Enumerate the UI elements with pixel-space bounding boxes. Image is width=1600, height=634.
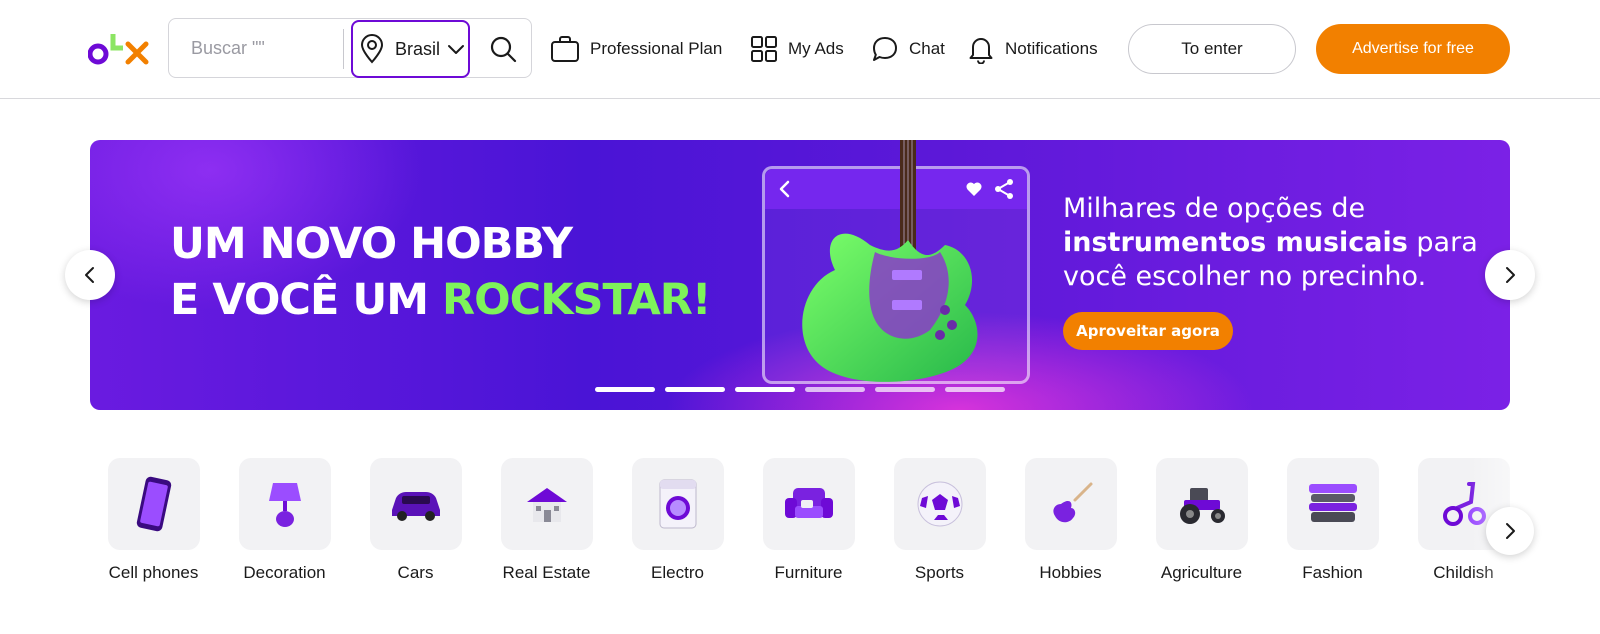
headline-line-2-text: E VOCÊ UM xyxy=(170,275,442,325)
category-tile xyxy=(631,458,724,550)
category-label: Electro xyxy=(651,563,704,582)
category-label: Cars xyxy=(397,563,434,582)
location-selector[interactable]: Brasil xyxy=(351,20,470,78)
headline-accent: ROCKSTAR! xyxy=(442,275,712,325)
category-label: Hobbies xyxy=(1039,563,1102,582)
olx-logo[interactable] xyxy=(87,30,152,66)
search-input[interactable] xyxy=(169,19,341,77)
banner-subtext: Milhares de opções de instrumentos music… xyxy=(1063,192,1483,294)
carousel-dots xyxy=(595,387,1005,392)
washing-machine-icon xyxy=(659,479,696,529)
subtext-line-1: Milhares de opções de xyxy=(1063,193,1366,224)
search-bar: Brasil xyxy=(168,18,532,78)
category-tile xyxy=(500,458,593,550)
search-icon xyxy=(490,36,517,63)
category-tile xyxy=(1024,458,1117,550)
carousel-dot[interactable] xyxy=(595,387,655,392)
location-label: Brasil xyxy=(395,38,441,59)
category-tile xyxy=(893,458,986,550)
banner-cta-button[interactable]: Aproveitar agora xyxy=(1063,312,1233,350)
briefcase-icon xyxy=(551,36,579,62)
carousel-dot[interactable] xyxy=(945,387,1005,392)
category-cars[interactable]: Cars xyxy=(350,458,481,586)
smartphone-icon xyxy=(136,476,171,532)
tractor-icon xyxy=(1179,488,1225,524)
carousel-dot[interactable] xyxy=(805,387,865,392)
category-tile xyxy=(238,458,331,550)
category-label: Sports xyxy=(914,563,965,582)
bell-icon xyxy=(969,38,993,64)
category-label: Real Estate xyxy=(502,563,591,582)
nav-professional-plan[interactable]: Professional Plan xyxy=(550,28,722,70)
login-button[interactable]: To enter xyxy=(1128,24,1296,74)
house-icon xyxy=(526,488,567,522)
carousel-dot[interactable] xyxy=(735,387,795,392)
category-electro[interactable]: Electro xyxy=(612,458,743,586)
headline-line-2: E VOCÊ UM ROCKSTAR! xyxy=(170,272,712,328)
site-header: Brasil Professional Plan My Ads xyxy=(0,0,1600,99)
chat-bubble-icon xyxy=(873,37,897,61)
car-icon xyxy=(391,492,440,521)
nav-label: Notifications xyxy=(1005,39,1098,58)
category-cell-phones[interactable]: Cell phones xyxy=(88,458,219,586)
category-agriculture[interactable]: Agriculture xyxy=(1136,458,1267,586)
category-hobbies[interactable]: Hobbies xyxy=(1005,458,1136,586)
folded-clothes-icon xyxy=(1308,484,1357,522)
nav-notifications[interactable]: Notifications xyxy=(967,28,1098,70)
nav-label: Professional Plan xyxy=(590,39,723,58)
banner-headline: UM NOVO HOBBY E VOCÊ UM ROCKSTAR! xyxy=(170,216,712,328)
chevron-down-icon xyxy=(448,45,465,54)
chevron-right-icon xyxy=(1506,267,1515,283)
banner-next-button[interactable] xyxy=(1485,250,1535,300)
category-tile xyxy=(762,458,855,550)
search-divider xyxy=(343,29,344,69)
lamp-icon xyxy=(268,483,301,527)
subtext-bold: instrumentos musicais xyxy=(1063,227,1408,258)
chevron-left-icon xyxy=(85,267,94,283)
subtext-line-2: instrumentos musicais para xyxy=(1063,226,1483,260)
category-carousel: Cell phones Decoration Cars Real Estate … xyxy=(88,458,1510,618)
category-label: Decoration xyxy=(243,563,326,582)
category-fashion[interactable]: Fashion xyxy=(1267,458,1398,586)
subtext-line-2-rest: para xyxy=(1407,227,1478,258)
electric-guitar-image xyxy=(802,140,978,382)
category-real-estate[interactable]: Real Estate xyxy=(481,458,612,586)
map-pin-icon xyxy=(360,34,384,64)
soccer-ball-icon xyxy=(917,481,962,527)
promo-banner[interactable]: UM NOVO HOBBY E VOCÊ UM ROCKSTAR! Milhar… xyxy=(90,140,1510,410)
chevron-right-icon xyxy=(1506,523,1515,539)
advertise-button[interactable]: Advertise for free xyxy=(1316,24,1510,74)
category-tile xyxy=(107,458,200,550)
carousel-dot[interactable] xyxy=(665,387,725,392)
category-next-button[interactable] xyxy=(1486,507,1534,555)
category-label: Cell phones xyxy=(108,563,199,582)
category-sports[interactable]: Sports xyxy=(874,458,1005,586)
grid-icon xyxy=(751,36,777,62)
category-furniture[interactable]: Furniture xyxy=(743,458,874,586)
subtext-line-3: você escolher no precinho. xyxy=(1063,261,1427,292)
category-label: Agriculture xyxy=(1160,563,1243,582)
nav-label: My Ads xyxy=(788,39,844,58)
headline-line-1: UM NOVO HOBBY xyxy=(170,219,573,269)
category-label: Fashion xyxy=(1302,563,1363,582)
nav-my-ads[interactable]: My Ads xyxy=(750,28,844,70)
banner-prev-button[interactable] xyxy=(65,250,115,300)
search-button[interactable] xyxy=(485,31,521,67)
nav-label: Chat xyxy=(909,39,945,58)
category-decoration[interactable]: Decoration xyxy=(219,458,350,586)
carousel-dot[interactable] xyxy=(875,387,935,392)
category-label: Furniture xyxy=(774,563,843,582)
nav-chat[interactable]: Chat xyxy=(871,28,945,70)
category-tile xyxy=(1286,458,1379,550)
armchair-icon xyxy=(784,488,833,518)
category-tile xyxy=(1155,458,1248,550)
guitar-icon xyxy=(1052,482,1092,523)
category-tile xyxy=(369,458,462,550)
